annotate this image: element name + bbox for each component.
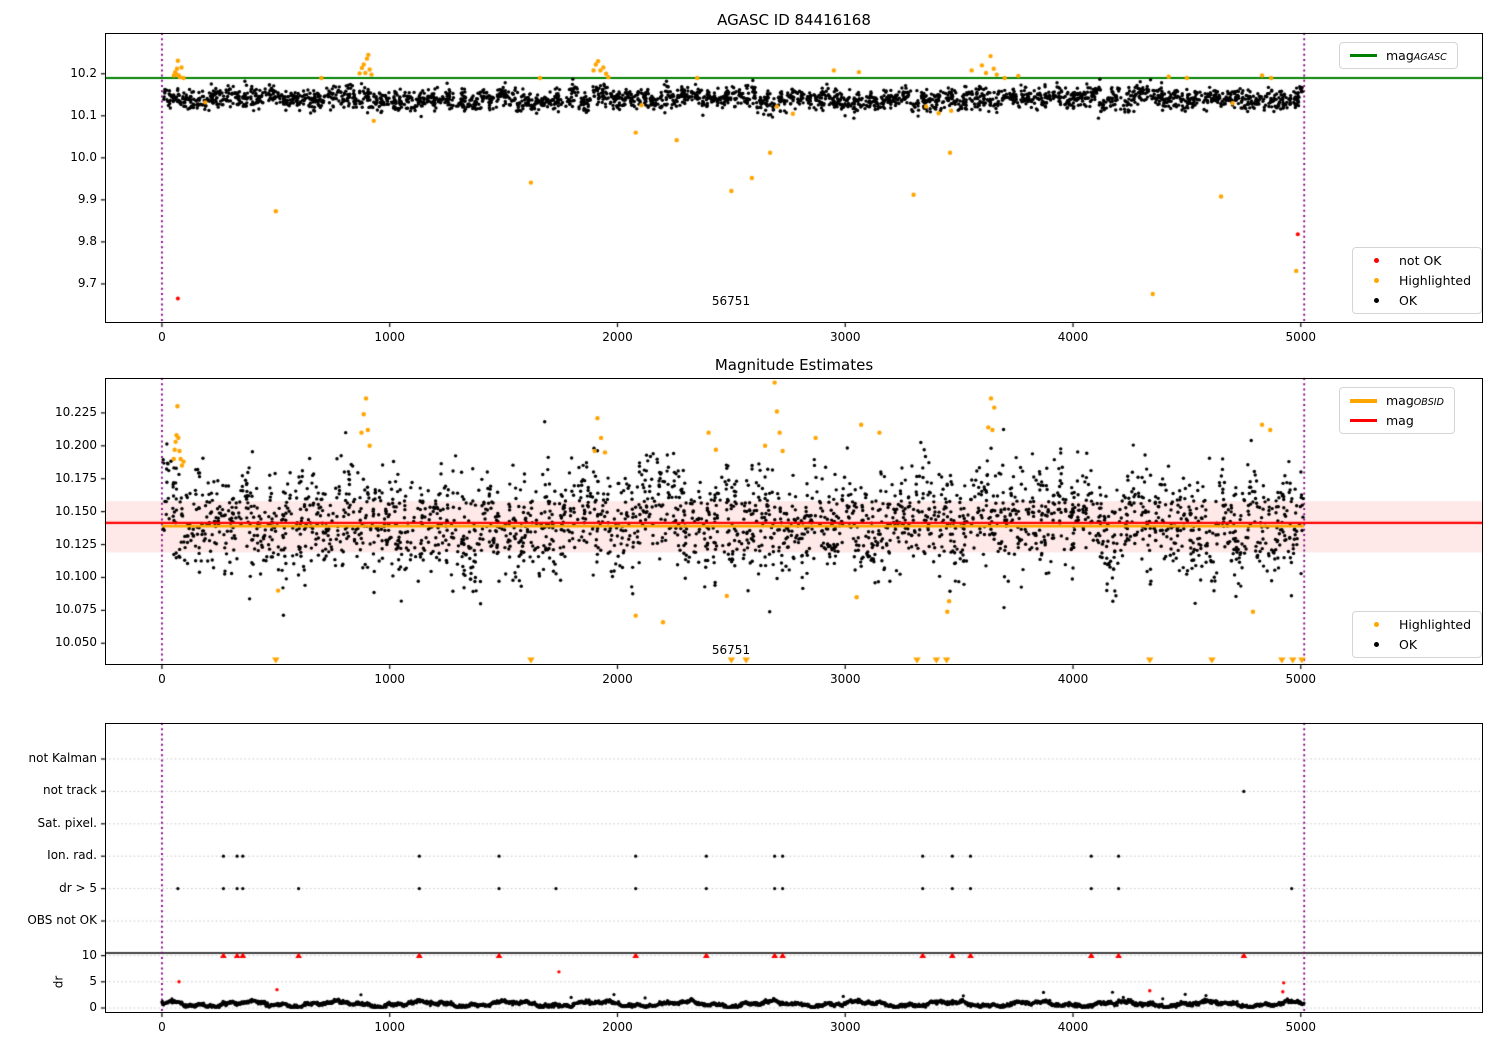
top-x-tick-label: 3000 — [829, 330, 861, 344]
red-line-swatch-icon — [1350, 419, 1377, 422]
middle-plot-annotation: 56751 — [711, 643, 751, 657]
orange-dot-swatch-icon — [1363, 278, 1390, 283]
green-line-swatch-icon — [1350, 54, 1377, 57]
legend-middle-points: Highlighted OK — [1352, 611, 1483, 658]
top-x-tick-label: 0 — [158, 330, 166, 344]
middle-x-tick-label: 0 — [158, 672, 166, 686]
dr-tick-label: 0 — [89, 1000, 97, 1014]
legend-label-mag-agasc: magAGASC — [1386, 48, 1447, 63]
black-dot-swatch-icon — [1363, 642, 1390, 647]
middle-x-tick-label: 3000 — [829, 672, 861, 686]
legend-mag-lines: magOBSID mag — [1339, 387, 1455, 434]
legend-row-ok-mid: OK — [1363, 637, 1471, 652]
legend-row-not-ok: not OK — [1363, 253, 1471, 268]
legend-label-highlighted: Highlighted — [1399, 273, 1472, 288]
figure: AGASC ID 84416168 Magnitude Estimates 56… — [0, 0, 1500, 1050]
bottom-category-label: Sat. pixel. — [37, 815, 97, 830]
middle-y-tick-label: 10.100 — [55, 569, 97, 584]
legend-label-ok-mid: OK — [1399, 637, 1418, 652]
bottom-category-label: OBS not OK — [27, 913, 97, 927]
bottom-x-tick-label: 3000 — [829, 1020, 861, 1034]
chart-canvas — [0, 0, 1500, 1050]
middle-y-tick-label: 10.050 — [55, 635, 97, 650]
orange-dot-swatch-icon — [1363, 622, 1390, 627]
middle-y-tick-label: 10.150 — [55, 503, 97, 518]
orange-line-swatch-icon — [1350, 398, 1377, 403]
middle-x-tick-label: 1000 — [374, 672, 405, 686]
top-y-tick-label: 10.1 — [70, 107, 97, 122]
top-y-tick-label: 10.2 — [70, 65, 97, 80]
top-y-tick-label: 9.9 — [77, 191, 97, 206]
middle-y-tick-label: 10.200 — [55, 437, 97, 452]
bottom-x-tick-label: 1000 — [374, 1020, 405, 1034]
legend-row-mag-agasc: magAGASC — [1350, 48, 1447, 63]
legend-row-mag: mag — [1350, 413, 1444, 428]
legend-top-points: not OK Highlighted OK — [1352, 247, 1483, 314]
top-x-tick-label: 2000 — [602, 330, 633, 344]
bottom-x-tick-label: 2000 — [602, 1020, 633, 1034]
legend-label-mag-obsid: magOBSID — [1386, 393, 1444, 408]
legend-row-mag-obsid: magOBSID — [1350, 393, 1444, 408]
bottom-x-tick-label: 0 — [158, 1020, 166, 1034]
middle-x-tick-label: 2000 — [602, 672, 633, 686]
dr-tick-label: 5 — [89, 973, 97, 988]
top-x-tick-label: 4000 — [1057, 330, 1089, 344]
legend-label-not-ok: not OK — [1399, 253, 1442, 268]
legend-label-mag: mag — [1386, 413, 1414, 428]
legend-row-highlighted-mid: Highlighted — [1363, 617, 1471, 632]
top-plot-title: AGASC ID 84416168 — [717, 11, 871, 29]
middle-x-tick-label: 4000 — [1057, 672, 1089, 686]
bottom-x-tick-label: 4000 — [1057, 1020, 1089, 1034]
top-y-tick-label: 10.0 — [70, 149, 97, 164]
legend-label-ok: OK — [1399, 293, 1418, 308]
legend-mag-agasc: magAGASC — [1339, 42, 1458, 69]
legend-row-ok: OK — [1363, 293, 1471, 308]
bottom-category-label: not track — [42, 783, 97, 798]
middle-y-tick-label: 10.175 — [55, 470, 97, 485]
top-x-tick-label: 5000 — [1285, 330, 1317, 344]
red-dot-swatch-icon — [1363, 258, 1390, 263]
top-x-tick-label: 1000 — [374, 330, 405, 344]
legend-row-highlighted: Highlighted — [1363, 273, 1471, 288]
top-plot-annotation: 56751 — [711, 294, 751, 308]
middle-y-tick-label: 10.125 — [55, 536, 97, 551]
top-y-tick-label: 9.8 — [77, 233, 97, 248]
dr-tick-label: 10 — [81, 947, 97, 962]
legend-label-highlighted-mid: Highlighted — [1399, 617, 1472, 632]
black-dot-swatch-icon — [1363, 298, 1390, 303]
middle-y-tick-label: 10.225 — [55, 404, 97, 419]
bottom-category-label: Ion. rad. — [47, 848, 97, 863]
bottom-category-label: dr > 5 — [59, 880, 97, 895]
top-y-tick-label: 9.7 — [77, 275, 97, 290]
middle-plot-title: Magnitude Estimates — [714, 356, 874, 374]
middle-x-tick-label: 5000 — [1285, 672, 1317, 686]
bottom-category-label: not Kalman — [28, 751, 97, 765]
bottom-x-tick-label: 5000 — [1285, 1020, 1317, 1034]
middle-y-tick-label: 10.075 — [55, 602, 97, 617]
